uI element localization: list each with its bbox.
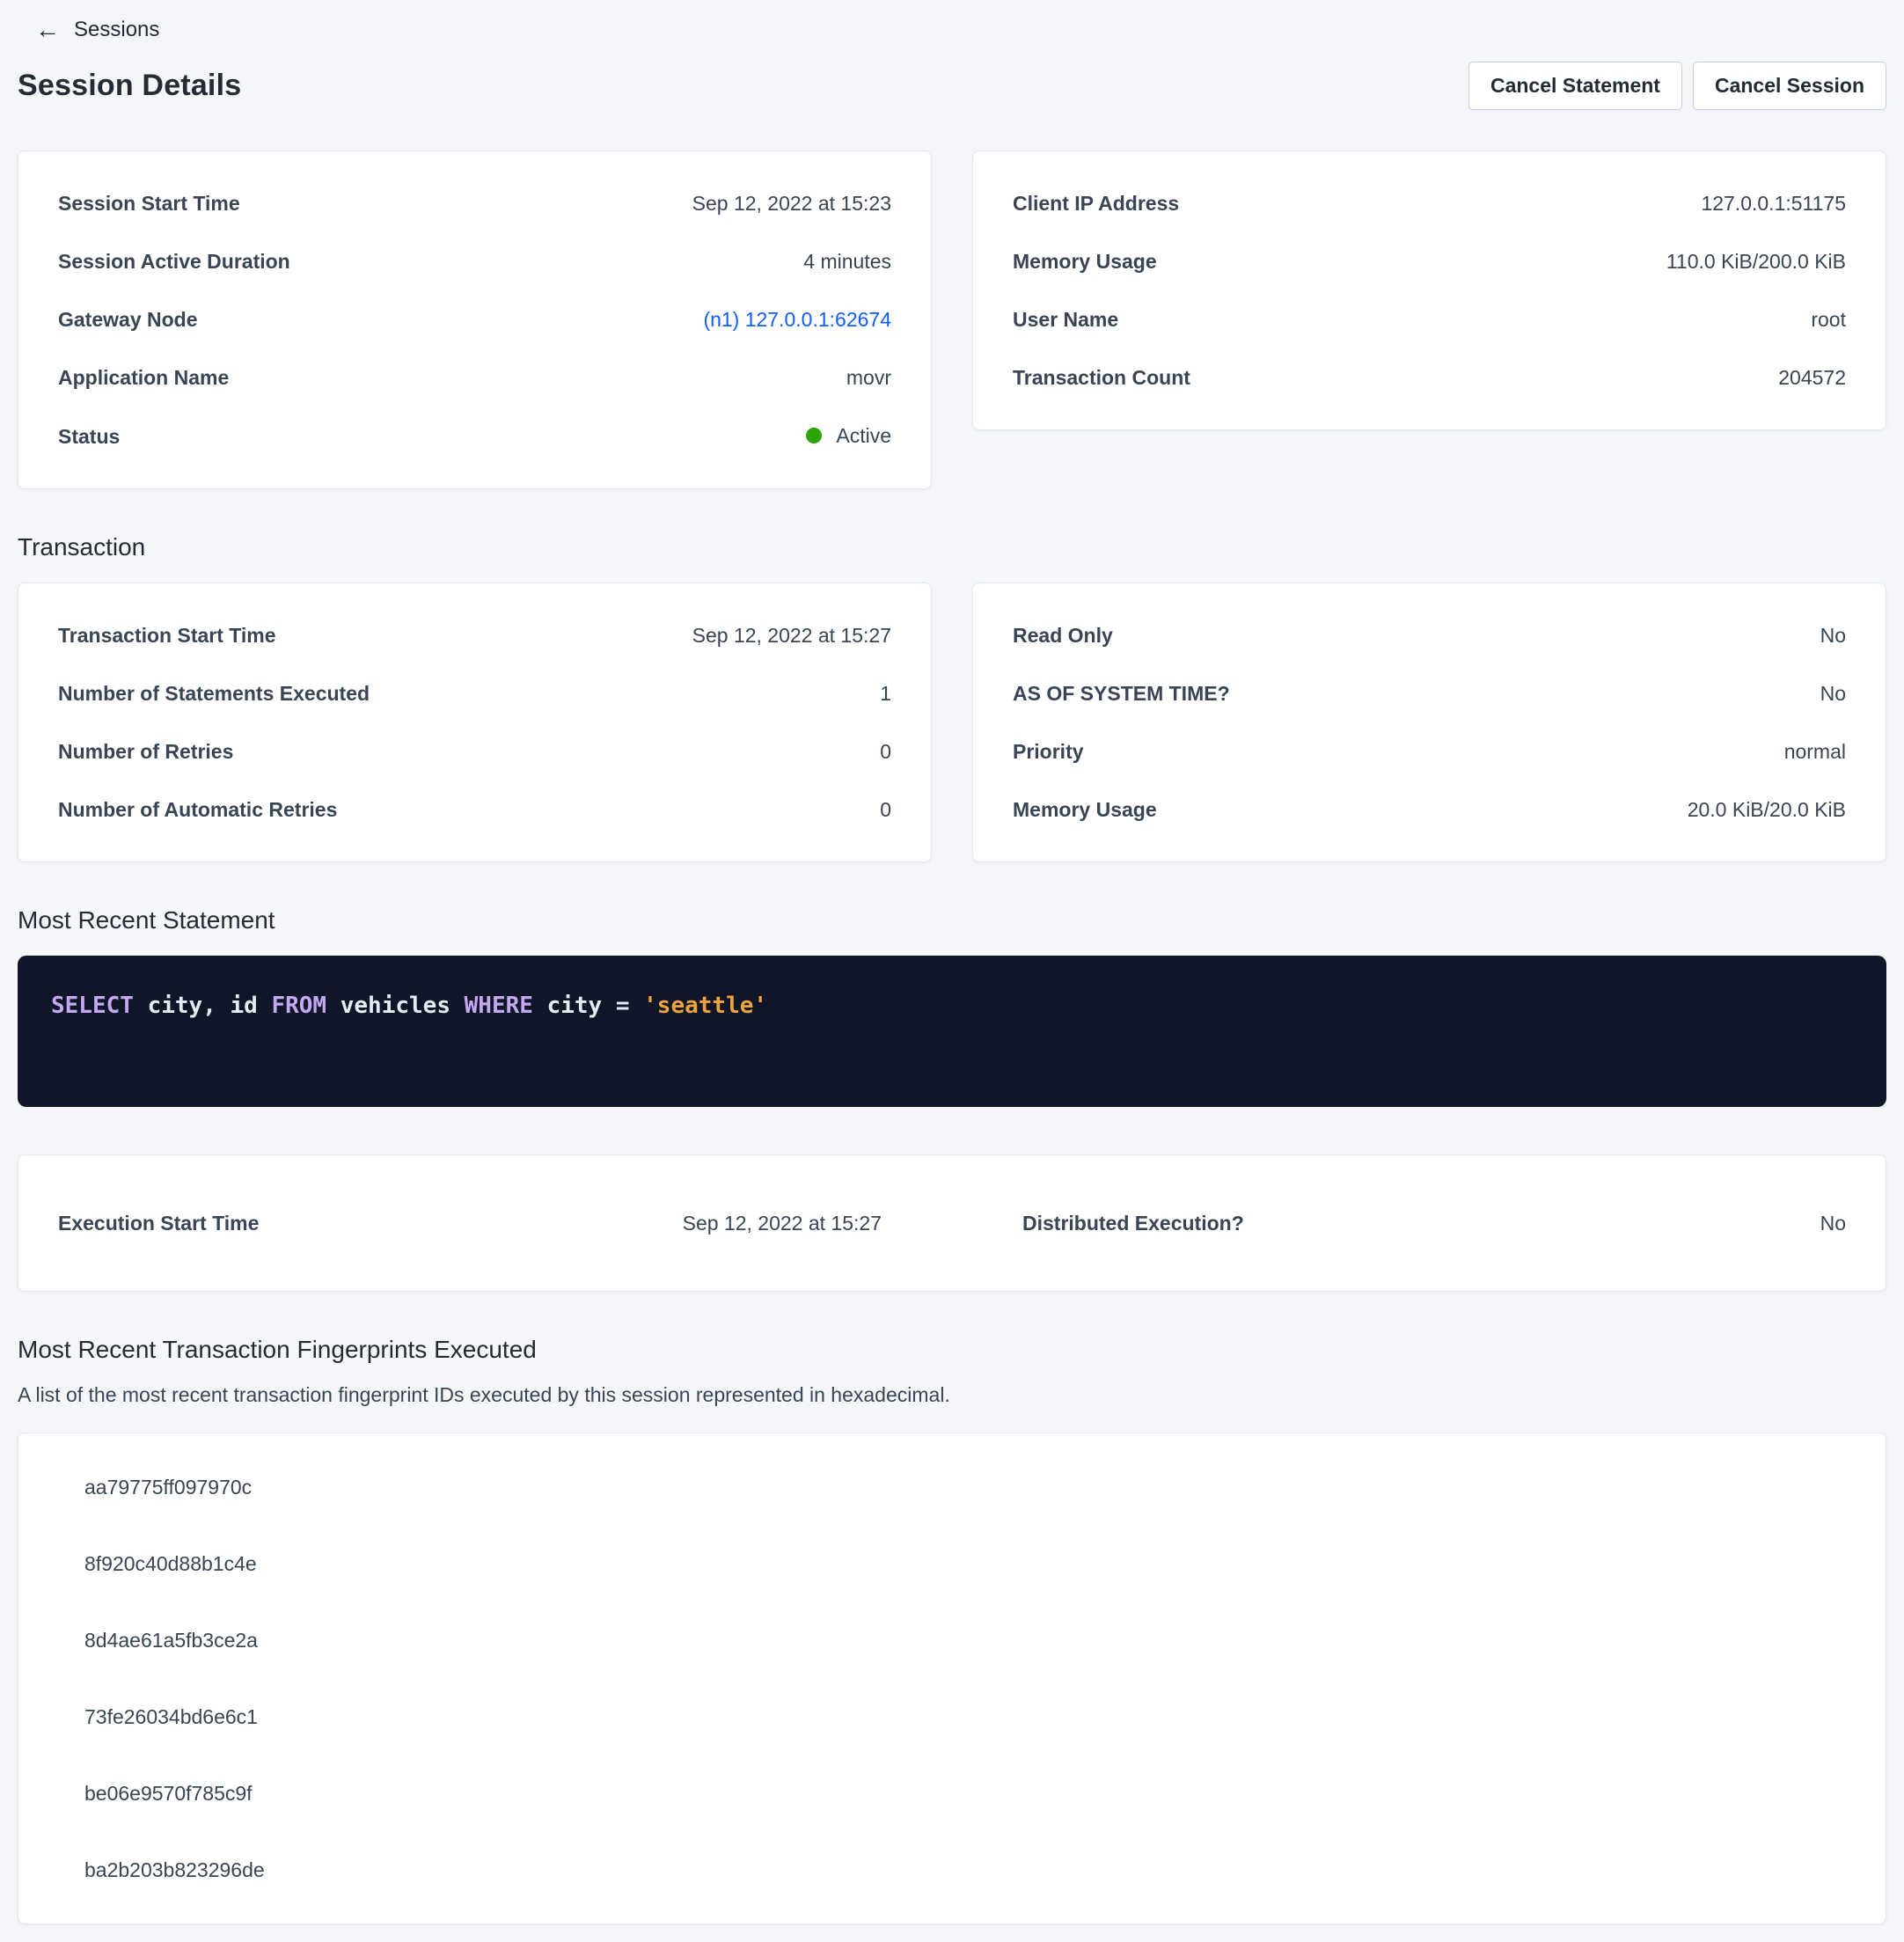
sql-string-literal: 'seattle': [643, 993, 767, 1019]
page-header: Session Details Cancel Statement Cancel …: [18, 62, 1886, 110]
cancel-session-button[interactable]: Cancel Session: [1693, 62, 1886, 110]
fingerprints-section-heading: Most Recent Transaction Fingerprints Exe…: [18, 1336, 1886, 1364]
breadcrumb: ← Sessions: [18, 12, 1886, 48]
summary-row-session-active-duration: Session Active Duration 4 minutes: [58, 248, 891, 275]
exec-row-start-time: Execution Start Time Sep 12, 2022 at 15:…: [58, 1210, 882, 1236]
sql-text: city =: [533, 993, 643, 1019]
fingerprint-item: 8d4ae61a5fb3ce2a: [58, 1627, 1846, 1653]
row-value: No: [1820, 622, 1846, 649]
row-label: Client IP Address: [1013, 190, 1179, 216]
row-label: Number of Retries: [58, 738, 233, 765]
sql-text: city, id: [134, 993, 272, 1019]
txn-row-retries: Number of Retries 0: [58, 738, 891, 765]
row-label: Memory Usage: [1013, 248, 1157, 275]
fingerprint-item: 73fe26034bd6e6c1: [58, 1704, 1846, 1730]
row-label: Application Name: [58, 364, 229, 391]
row-label: Memory Usage: [1013, 796, 1157, 823]
sql-keyword: SELECT: [51, 993, 134, 1019]
row-label: AS OF SYSTEM TIME?: [1013, 680, 1230, 707]
breadcrumb-sessions-link[interactable]: Sessions: [74, 18, 159, 42]
row-label: Status: [58, 423, 120, 450]
row-label: Read Only: [1013, 622, 1113, 649]
row-label: Number of Statements Executed: [58, 680, 370, 707]
txn-row-priority: Priority normal: [1013, 738, 1846, 765]
transaction-row: Transaction Start Time Sep 12, 2022 at 1…: [18, 583, 1886, 862]
transaction-card-left: Transaction Start Time Sep 12, 2022 at 1…: [18, 583, 932, 862]
status-text: Active: [836, 422, 891, 449]
session-summary-row: Session Start Time Sep 12, 2022 at 15:23…: [18, 150, 1886, 489]
row-label: Number of Automatic Retries: [58, 796, 337, 823]
header-actions: Cancel Statement Cancel Session: [1468, 62, 1886, 110]
row-label: Session Active Duration: [58, 248, 290, 275]
row-label: User Name: [1013, 306, 1118, 333]
back-arrow-icon[interactable]: ←: [35, 18, 60, 42]
session-summary-card-left: Session Start Time Sep 12, 2022 at 15:23…: [18, 150, 932, 489]
summary-row-status: Status Active: [58, 422, 891, 450]
row-value: movr: [846, 364, 891, 391]
row-value: Sep 12, 2022 at 15:23: [692, 190, 891, 216]
row-value: 1: [880, 680, 891, 707]
status-active-dot-icon: [806, 428, 822, 443]
summary-row-client-ip: Client IP Address 127.0.0.1:51175: [1013, 190, 1846, 216]
row-label: Execution Start Time: [58, 1210, 259, 1236]
fingerprints-description: A list of the most recent transaction fi…: [18, 1381, 1886, 1408]
txn-row-start-time: Transaction Start Time Sep 12, 2022 at 1…: [58, 622, 891, 649]
row-value: Sep 12, 2022 at 15:27: [683, 1210, 882, 1236]
row-value: 204572: [1778, 364, 1846, 391]
row-value: 0: [880, 796, 891, 823]
row-label: Transaction Start Time: [58, 622, 276, 649]
summary-row-gateway-node: Gateway Node (n1) 127.0.0.1:62674: [58, 306, 891, 333]
transaction-section-heading: Transaction: [18, 533, 1886, 561]
row-label: Distributed Execution?: [1022, 1210, 1244, 1236]
row-label: Priority: [1013, 738, 1084, 765]
transaction-card-right: Read Only No AS OF SYSTEM TIME? No Prior…: [972, 583, 1886, 862]
session-summary-card-right: Client IP Address 127.0.0.1:51175 Memory…: [972, 150, 1886, 430]
row-value: 127.0.0.1:51175: [1701, 190, 1846, 216]
summary-row-memory-usage: Memory Usage 110.0 KiB/200.0 KiB: [1013, 248, 1846, 275]
sql-text: vehicles: [326, 993, 465, 1019]
cancel-statement-button[interactable]: Cancel Statement: [1468, 62, 1682, 110]
sql-statement-box: SELECT city, id FROM vehicles WHERE city…: [18, 956, 1886, 1107]
txn-row-read-only: Read Only No: [1013, 622, 1846, 649]
row-label: Session Start Time: [58, 190, 240, 216]
fingerprint-item: be06e9570f785c9f: [58, 1780, 1846, 1806]
summary-row-transaction-count: Transaction Count 204572: [1013, 364, 1846, 391]
txn-row-statements-executed: Number of Statements Executed 1: [58, 680, 891, 707]
sql-keyword: WHERE: [465, 993, 533, 1019]
row-value: 110.0 KiB/200.0 KiB: [1666, 248, 1846, 275]
row-value: 0: [880, 738, 891, 765]
fingerprint-item: aa79775ff097970c: [58, 1474, 1846, 1500]
execution-summary-card: Execution Start Time Sep 12, 2022 at 15:…: [18, 1154, 1886, 1292]
fingerprints-card: aa79775ff097970c 8f920c40d88b1c4e 8d4ae6…: [18, 1433, 1886, 1924]
row-value: Sep 12, 2022 at 15:27: [692, 622, 891, 649]
session-details-page: ← Sessions Session Details Cancel Statem…: [0, 0, 1904, 1942]
summary-row-application-name: Application Name movr: [58, 364, 891, 391]
row-value: No: [1820, 1210, 1846, 1236]
txn-row-as-of-system-time: AS OF SYSTEM TIME? No: [1013, 680, 1846, 707]
row-value: 20.0 KiB/20.0 KiB: [1688, 796, 1846, 823]
sql-keyword: FROM: [271, 993, 326, 1019]
row-value: root: [1811, 306, 1846, 333]
gateway-node-link[interactable]: (n1) 127.0.0.1:62674: [703, 306, 891, 333]
status-badge: Active: [806, 422, 891, 449]
fingerprint-item: 8f920c40d88b1c4e: [58, 1550, 1846, 1577]
page-title: Session Details: [18, 69, 241, 103]
row-label: Gateway Node: [58, 306, 198, 333]
execution-summary-grid: Execution Start Time Sep 12, 2022 at 15:…: [58, 1210, 1846, 1236]
most-recent-statement-heading: Most Recent Statement: [18, 906, 1886, 934]
txn-row-memory-usage: Memory Usage 20.0 KiB/20.0 KiB: [1013, 796, 1846, 823]
row-value: 4 minutes: [803, 248, 891, 275]
row-value: No: [1820, 680, 1846, 707]
row-value: normal: [1784, 738, 1846, 765]
txn-row-automatic-retries: Number of Automatic Retries 0: [58, 796, 891, 823]
summary-row-user-name: User Name root: [1013, 306, 1846, 333]
fingerprint-item: ba2b203b823296de: [58, 1857, 1846, 1883]
summary-row-session-start-time: Session Start Time Sep 12, 2022 at 15:23: [58, 190, 891, 216]
row-label: Transaction Count: [1013, 364, 1190, 391]
exec-row-distributed: Distributed Execution? No: [1022, 1210, 1846, 1236]
